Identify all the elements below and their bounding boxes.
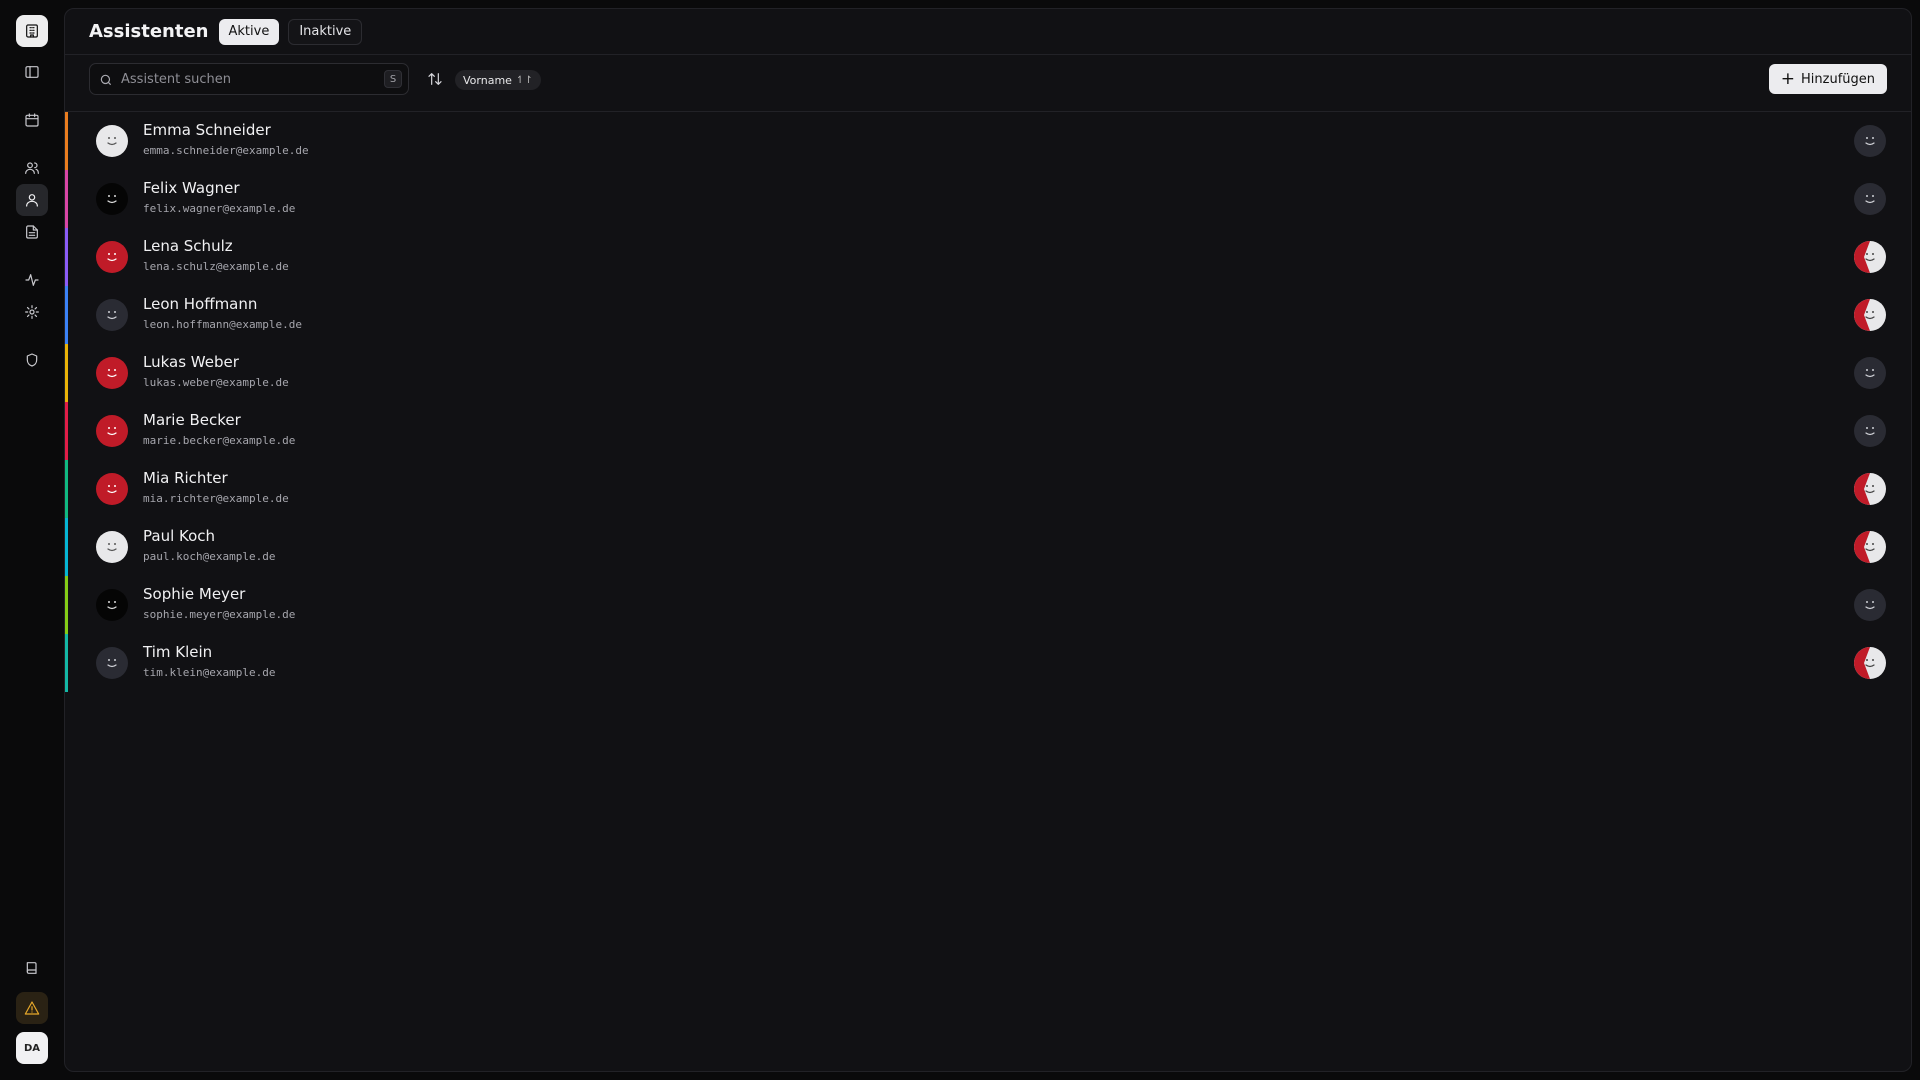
status-avatar-icon[interactable] xyxy=(1854,241,1886,273)
avatar xyxy=(96,183,128,215)
status-avatar-icon[interactable] xyxy=(1854,531,1886,563)
avatar xyxy=(96,415,128,447)
list-item[interactable]: Paul Koch paul.koch@example.de xyxy=(65,518,1911,576)
assistant-email: mia.richter@example.de xyxy=(143,492,289,505)
assistant-email: sophie.meyer@example.de xyxy=(143,608,296,621)
list-item[interactable]: Mia Richter mia.richter@example.de xyxy=(65,460,1911,518)
sort-field-chip[interactable]: Vorname ↿↾ xyxy=(455,70,541,90)
user-avatar[interactable]: DA xyxy=(16,1032,48,1064)
row-accent-bar xyxy=(65,286,68,344)
status-avatar-icon[interactable] xyxy=(1854,415,1886,447)
add-assistant-button[interactable]: + Hinzufügen xyxy=(1768,64,1887,94)
avatar xyxy=(96,589,128,621)
row-accent-bar xyxy=(65,576,68,634)
list-item[interactable]: Lena Schulz lena.schulz@example.de xyxy=(65,228,1911,286)
shield-icon[interactable] xyxy=(16,344,48,376)
search-icon xyxy=(99,72,113,86)
sidebar: DA xyxy=(0,0,64,1080)
assistant-list: Emma Schneider emma.schneider@example.de F… xyxy=(65,112,1911,692)
assistant-name: Felix Wagner xyxy=(143,179,240,197)
sidebar-toggle-icon[interactable] xyxy=(16,56,48,88)
status-avatar-icon[interactable] xyxy=(1854,589,1886,621)
status-avatar-icon[interactable] xyxy=(1854,183,1886,215)
status-avatar-icon[interactable] xyxy=(1854,125,1886,157)
avatar xyxy=(96,531,128,563)
sort-direction-icon: ↿↾ xyxy=(515,74,533,86)
activity-icon[interactable] xyxy=(16,264,48,296)
main-panel: Assistenten Aktive Inaktive S Vorname ↿↾… xyxy=(64,8,1912,1072)
assistant-name: Tim Klein xyxy=(143,643,213,661)
assistant-email: paul.koch@example.de xyxy=(143,550,276,563)
assistant-email: felix.wagner@example.de xyxy=(143,202,296,215)
gear-icon[interactable] xyxy=(16,296,48,328)
status-avatar-icon[interactable] xyxy=(1854,357,1886,389)
tab-aktive[interactable]: Aktive xyxy=(218,18,280,45)
list-item[interactable]: Felix Wagner felix.wagner@example.de xyxy=(65,170,1911,228)
users-icon[interactable] xyxy=(16,152,48,184)
avatar xyxy=(96,647,128,679)
page-header: Assistenten Aktive Inaktive xyxy=(65,9,1911,55)
assistant-name: Leon Hoffmann xyxy=(143,295,258,313)
assistant-name: Emma Schneider xyxy=(143,121,271,139)
row-accent-bar xyxy=(65,460,68,518)
building-icon[interactable] xyxy=(16,15,48,47)
assistant-email: marie.becker@example.de xyxy=(143,434,296,447)
toolbar: S Vorname ↿↾ + Hinzufügen xyxy=(65,55,1911,112)
sort-field-label: Vorname xyxy=(463,73,512,87)
search-shortcut-key: S xyxy=(384,70,402,88)
assistant-name: Paul Koch xyxy=(143,527,216,545)
assistant-email: leon.hoffmann@example.de xyxy=(143,318,302,331)
avatar xyxy=(96,299,128,331)
document-icon[interactable] xyxy=(16,216,48,248)
row-accent-bar xyxy=(65,228,68,286)
assistant-name: Mia Richter xyxy=(143,469,228,487)
assistant-name: Marie Becker xyxy=(143,411,241,429)
search-input[interactable] xyxy=(119,70,384,88)
status-avatar-icon[interactable] xyxy=(1854,299,1886,331)
add-button-label: Hinzufügen xyxy=(1801,71,1875,87)
avatar xyxy=(96,357,128,389)
assistant-name: Lukas Weber xyxy=(143,353,239,371)
avatar xyxy=(96,241,128,273)
assistant-name: Lena Schulz xyxy=(143,237,233,255)
row-accent-bar xyxy=(65,402,68,460)
search-box[interactable]: S xyxy=(89,63,409,95)
row-accent-bar xyxy=(65,112,68,170)
assistant-email: tim.klein@example.de xyxy=(143,666,276,679)
status-avatar-icon[interactable] xyxy=(1854,473,1886,505)
status-avatar-icon[interactable] xyxy=(1854,647,1886,679)
calendar-icon[interactable] xyxy=(16,104,48,136)
list-item[interactable]: Tim Klein tim.klein@example.de xyxy=(65,634,1911,692)
avatar xyxy=(96,125,128,157)
assistant-email: lena.schulz@example.de xyxy=(143,260,289,273)
assistant-email: emma.schneider@example.de xyxy=(143,144,309,157)
assistant-email: lukas.weber@example.de xyxy=(143,376,289,389)
list-item[interactable]: Lukas Weber lukas.weber@example.de xyxy=(65,344,1911,402)
assistant-name: Sophie Meyer xyxy=(143,585,246,603)
list-item[interactable]: Leon Hoffmann leon.hoffmann@example.de xyxy=(65,286,1911,344)
row-accent-bar xyxy=(65,634,68,692)
book-icon[interactable] xyxy=(16,952,48,984)
row-accent-bar xyxy=(65,170,68,228)
row-accent-bar xyxy=(65,518,68,576)
warning-icon[interactable] xyxy=(16,992,48,1024)
tab-inaktive[interactable]: Inaktive xyxy=(288,18,363,45)
list-item[interactable]: Emma Schneider emma.schneider@example.de xyxy=(65,112,1911,170)
list-item[interactable]: Sophie Meyer sophie.meyer@example.de xyxy=(65,576,1911,634)
row-accent-bar xyxy=(65,344,68,402)
sort-toggle-icon[interactable] xyxy=(425,69,445,89)
user-icon[interactable] xyxy=(16,184,48,216)
avatar xyxy=(96,473,128,505)
plus-icon: + xyxy=(1780,68,1795,89)
list-item[interactable]: Marie Becker marie.becker@example.de xyxy=(65,402,1911,460)
page-title: Assistenten xyxy=(89,21,209,42)
